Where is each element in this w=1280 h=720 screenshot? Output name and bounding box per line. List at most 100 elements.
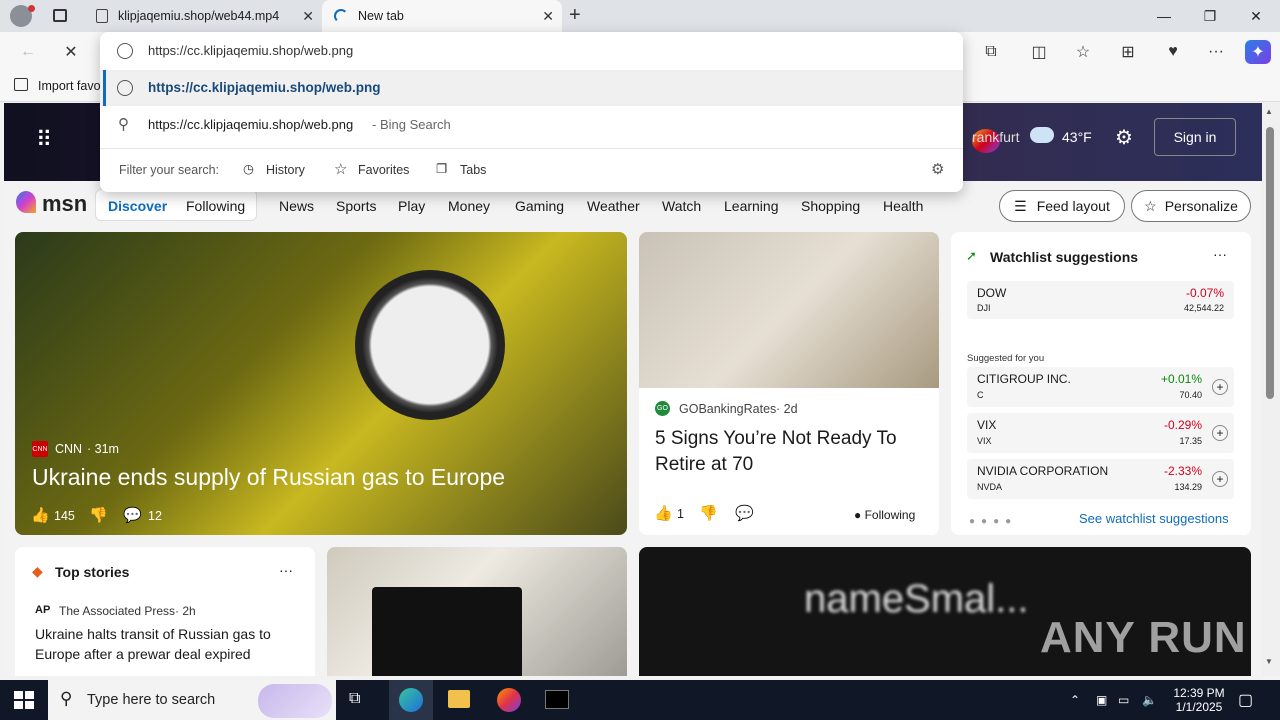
- tab-following[interactable]: Following: [186, 198, 245, 214]
- nav-shopping[interactable]: Shopping: [801, 198, 860, 214]
- page-settings-icon[interactable]: ⚙: [1115, 125, 1133, 150]
- split-screen-icon[interactable]: ◫: [1026, 40, 1052, 64]
- address-input[interactable]: https://cc.klipjaqemiu.shop/web.png: [148, 43, 353, 58]
- filter-favorites[interactable]: Favorites: [358, 163, 409, 177]
- minimize-button[interactable]: —: [1141, 0, 1187, 32]
- close-tab-icon[interactable]: ✕: [542, 8, 554, 25]
- add-to-watchlist-icon[interactable]: +: [1212, 471, 1228, 487]
- nav-play[interactable]: Play: [398, 198, 425, 214]
- edge-icon: [399, 688, 423, 712]
- nav-weather[interactable]: Weather: [587, 198, 640, 214]
- suggestion-search[interactable]: ⚲ https://cc.klipjaqemiu.shop/web.png - …: [100, 106, 963, 142]
- story-source[interactable]: GOBankingRates: [679, 402, 776, 416]
- top-story-headline[interactable]: Ukraine halts transit of Russian gas to …: [35, 624, 295, 664]
- scrollbar-thumb[interactable]: [1266, 127, 1274, 399]
- nav-money[interactable]: Money: [448, 198, 490, 214]
- filter-tabs[interactable]: Tabs: [460, 163, 486, 177]
- top-stories-card: ◆ Top stories ··· AP The Associated Pres…: [15, 547, 315, 676]
- scroll-down-icon[interactable]: ▼: [1265, 657, 1273, 666]
- dislike-icon[interactable]: 👎: [89, 506, 108, 524]
- close-window-button[interactable]: ✕: [1233, 0, 1279, 32]
- temp-unit: °F: [1077, 129, 1092, 145]
- like-count: 145: [54, 509, 75, 523]
- like-icon[interactable]: 👍: [31, 506, 50, 524]
- volume-icon[interactable]: 🔈: [1142, 680, 1157, 720]
- edge-taskbar-button[interactable]: [389, 680, 433, 720]
- stock-row[interactable]: VIX VIX -0.29% 17.35 +: [967, 413, 1234, 453]
- close-tab-icon[interactable]: ✕: [302, 8, 314, 25]
- like-icon[interactable]: 👍: [654, 504, 673, 522]
- following-badge[interactable]: ● Following: [854, 508, 915, 522]
- tray-chevron-icon[interactable]: ⌃: [1070, 680, 1080, 720]
- carousel-dots[interactable]: ●●●●: [969, 516, 1017, 527]
- nav-sports[interactable]: Sports: [336, 198, 376, 214]
- settings-more-icon[interactable]: ···: [1203, 40, 1229, 64]
- page-scrollbar[interactable]: ▲ ▼: [1262, 103, 1280, 676]
- nav-learning[interactable]: Learning: [724, 198, 779, 214]
- nav-gaming[interactable]: Gaming: [515, 198, 564, 214]
- favorites-icon[interactable]: ☆: [1070, 40, 1096, 64]
- story-title[interactable]: Ukraine ends supply of Russian gas to Eu…: [32, 464, 612, 491]
- tab-video[interactable]: klipjaqemiu.shop/web44.mp4 ✕: [84, 0, 322, 32]
- main-story-card[interactable]: CNN CNN · 31m Ukraine ends supply of Rus…: [15, 232, 627, 535]
- msn-logo[interactable]: msn: [42, 191, 87, 217]
- dislike-icon[interactable]: 👎: [699, 504, 718, 522]
- scroll-up-icon[interactable]: ▲: [1265, 107, 1273, 116]
- maximize-button[interactable]: ❐: [1187, 0, 1233, 32]
- collections-icon[interactable]: ⊞: [1115, 40, 1141, 64]
- stock-row-dow[interactable]: DOW DJI -0.07% 42,544.22: [967, 281, 1234, 319]
- browser-essentials-icon[interactable]: ♥: [1160, 40, 1186, 64]
- sign-in-button[interactable]: Sign in: [1154, 118, 1236, 156]
- weather-location[interactable]: rankfurt: [972, 129, 1019, 145]
- add-to-watchlist-icon[interactable]: +: [1212, 379, 1228, 395]
- story-source[interactable]: The Associated Press: [59, 604, 175, 618]
- suggestion-url[interactable]: https://cc.klipjaqemiu.shop/web.png: [100, 70, 963, 106]
- address-bar[interactable]: https://cc.klipjaqemiu.shop/web.png: [100, 32, 963, 70]
- comment-icon[interactable]: 💬: [123, 506, 142, 524]
- settings-gear-icon[interactable]: ⚙: [931, 160, 944, 178]
- tab-actions-icon[interactable]: [53, 9, 67, 22]
- story-card-retire[interactable]: GO GOBankingRates · 2d 5 Signs You’re No…: [639, 232, 939, 535]
- back-icon[interactable]: ←: [15, 40, 41, 64]
- watchlist-more-icon[interactable]: ···: [1213, 246, 1227, 262]
- search-icon: ⚲: [118, 116, 129, 133]
- tab-new-tab[interactable]: New tab ✕: [322, 0, 562, 32]
- clock[interactable]: 12:39 PM 1/1/2025: [1170, 680, 1228, 720]
- stock-row[interactable]: CITIGROUP INC. C +0.01% 70.40 +: [967, 367, 1234, 407]
- start-icon[interactable]: [14, 691, 34, 709]
- copilot-icon[interactable]: ✦: [1245, 40, 1271, 64]
- notifications-icon[interactable]: ▢: [1238, 680, 1253, 720]
- firefox-icon[interactable]: [497, 688, 521, 712]
- story-source[interactable]: CNN: [55, 442, 82, 456]
- terminal-icon[interactable]: [545, 690, 569, 709]
- filter-history[interactable]: History: [266, 163, 305, 177]
- feed-layout-button[interactable]: ☰ Feed layout: [999, 190, 1125, 222]
- add-to-watchlist-icon[interactable]: +: [1212, 425, 1228, 441]
- taskbar-search-input[interactable]: Type here to search: [87, 692, 215, 708]
- nav-watch[interactable]: Watch: [662, 198, 701, 214]
- nav-news[interactable]: News: [279, 198, 314, 214]
- temp-value: 43: [1062, 129, 1078, 145]
- tray-device-icon[interactable]: ▣: [1096, 680, 1107, 720]
- extensions-icon[interactable]: ⧉: [978, 40, 1004, 64]
- new-tab-icon[interactable]: +: [569, 4, 581, 27]
- blurred-brand-text: nameSmal...: [804, 577, 1029, 621]
- tab-discover[interactable]: Discover: [108, 198, 167, 214]
- network-icon[interactable]: ▭: [1118, 680, 1129, 720]
- weather-temp[interactable]: 43°F: [1062, 129, 1092, 145]
- apps-grid-icon[interactable]: ⠿: [36, 127, 53, 153]
- import-favorites-link[interactable]: Import favo: [38, 79, 101, 93]
- personalize-button[interactable]: ☆ Personalize: [1131, 190, 1251, 222]
- stock-row[interactable]: NVIDIA CORPORATION NVDA -2.33% 134.29 +: [967, 459, 1234, 499]
- story-title[interactable]: 5 Signs You’re Not Ready To Retire at 70: [655, 426, 927, 478]
- msn-logo-icon[interactable]: [16, 191, 36, 213]
- story-card-motor[interactable]: [327, 547, 627, 676]
- task-view-icon[interactable]: ⧉: [349, 690, 360, 708]
- stop-loading-icon[interactable]: ✕: [58, 40, 84, 64]
- comment-icon[interactable]: 💬: [735, 504, 754, 522]
- taskbar-search[interactable]: ⚲ Type here to search: [48, 680, 336, 720]
- see-watchlist-link[interactable]: See watchlist suggestions: [1079, 511, 1229, 526]
- file-explorer-icon[interactable]: [448, 690, 470, 708]
- nav-health[interactable]: Health: [883, 198, 923, 214]
- top-stories-more-icon[interactable]: ···: [279, 562, 293, 578]
